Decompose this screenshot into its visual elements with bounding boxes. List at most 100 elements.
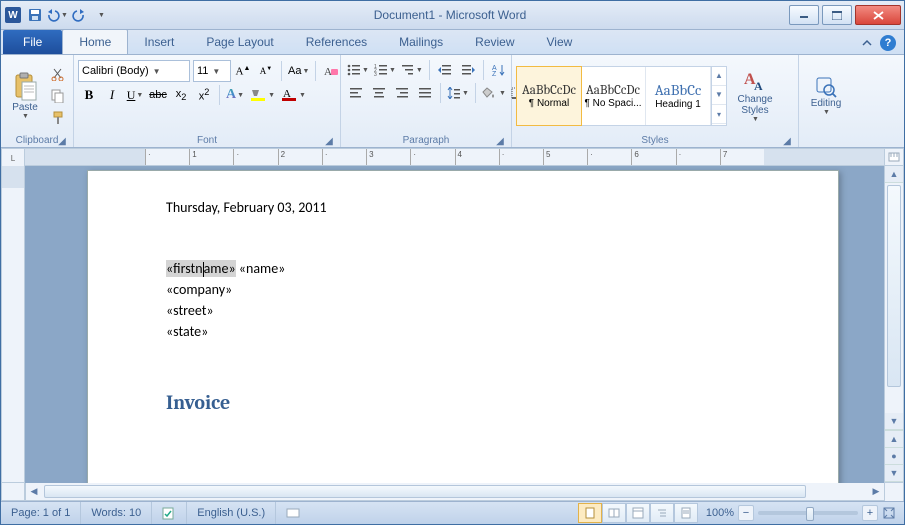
clear-formatting-button[interactable]: A <box>320 61 342 81</box>
strikethrough-button[interactable]: abc <box>147 85 169 105</box>
scroll-down-button[interactable]: ▼ <box>885 413 903 430</box>
save-button[interactable] <box>25 5 45 25</box>
cut-button[interactable] <box>47 64 69 84</box>
tab-file[interactable]: File <box>3 30 62 54</box>
view-full-screen-reading[interactable] <box>602 503 626 523</box>
merge-field-firstname[interactable]: «firstname» <box>166 260 236 277</box>
style-scroll-down[interactable]: ▼ <box>712 86 726 105</box>
zoom-fit-button[interactable] <box>882 506 896 520</box>
status-word-count[interactable]: Words: 10 <box>81 502 152 524</box>
font-color-button[interactable]: A▼ <box>278 85 308 105</box>
text-effects-button[interactable]: A▼ <box>224 85 246 105</box>
style-scroll-up[interactable]: ▲ <box>712 67 726 86</box>
line-spacing-button[interactable]: ▼ <box>445 83 471 103</box>
style-gallery-more[interactable]: ▾ <box>712 105 726 124</box>
font-name-combo[interactable]: Calibri (Body)▼ <box>78 60 190 82</box>
increase-indent-button[interactable] <box>457 60 479 80</box>
undo-button[interactable]: ▼ <box>47 5 67 25</box>
status-page[interactable]: Page: 1 of 1 <box>1 502 81 524</box>
bold-button[interactable]: B <box>78 85 100 105</box>
grow-font-button[interactable]: A▲ <box>232 61 254 81</box>
font-size-combo[interactable]: 11▼ <box>193 60 231 82</box>
view-draft[interactable] <box>674 503 698 523</box>
close-button[interactable] <box>855 5 901 25</box>
tab-references[interactable]: References <box>290 30 383 54</box>
select-browse-object-button[interactable]: ● <box>885 448 903 465</box>
subscript-button[interactable]: x2 <box>170 85 192 105</box>
zoom-out-button[interactable]: − <box>738 505 754 521</box>
multilevel-list-button[interactable]: ▼ <box>399 60 425 80</box>
italic-button[interactable]: I <box>101 85 123 105</box>
resize-grip[interactable] <box>885 483 904 501</box>
hscroll-left-button[interactable]: ◀ <box>26 483 42 500</box>
highlight-button[interactable]: ▼ <box>247 85 277 105</box>
shading-button[interactable]: ▼ <box>480 83 508 103</box>
hscroll-right-button[interactable]: ▶ <box>868 483 884 500</box>
numbering-button[interactable]: 123▼ <box>372 60 398 80</box>
align-center-button[interactable] <box>368 83 390 103</box>
status-insert-mode[interactable] <box>276 502 310 524</box>
zoom-in-button[interactable]: + <box>862 505 878 521</box>
merge-field-company[interactable]: «company» <box>166 279 760 300</box>
page-content[interactable]: Thursday, February 03, 2011 «firstname» … <box>88 171 838 444</box>
scroll-up-button[interactable]: ▲ <box>885 166 903 183</box>
view-print-layout[interactable] <box>578 503 602 523</box>
tab-insert[interactable]: Insert <box>128 30 190 54</box>
paste-button[interactable]: Paste ▼ <box>5 63 45 129</box>
vscroll-track[interactable] <box>885 183 903 413</box>
view-web-layout[interactable] <box>626 503 650 523</box>
tab-review[interactable]: Review <box>459 30 530 54</box>
tab-view[interactable]: View <box>531 30 589 54</box>
tab-selector[interactable]: L <box>1 148 25 168</box>
bullets-button[interactable]: ▼ <box>345 60 371 80</box>
zoom-thumb[interactable] <box>806 507 814 521</box>
minimize-ribbon-button[interactable] <box>860 36 874 50</box>
copy-button[interactable] <box>47 86 69 106</box>
qat-customize-button[interactable]: ▼ <box>91 5 111 25</box>
merge-field-state[interactable]: «state» <box>166 321 760 342</box>
minimize-button[interactable] <box>789 5 819 25</box>
zoom-level[interactable]: 100% <box>706 507 734 519</box>
align-right-button[interactable] <box>391 83 413 103</box>
maximize-button[interactable] <box>822 5 852 25</box>
style-no-spacing[interactable]: AaBbCcDc ¶ No Spaci... <box>581 67 646 125</box>
align-left-button[interactable] <box>345 83 367 103</box>
horizontal-ruler[interactable]: ·1·2·3·4·5·6·7 <box>25 148 885 166</box>
justify-button[interactable] <box>414 83 436 103</box>
merge-field-name[interactable]: «name» <box>239 260 286 277</box>
sort-button[interactable]: AZ <box>488 60 510 80</box>
style-normal[interactable]: AaBbCcDc ¶ Normal <box>516 66 582 126</box>
underline-button[interactable]: U▼ <box>124 85 146 105</box>
superscript-button[interactable]: x2 <box>193 85 215 105</box>
previous-page-button[interactable]: ▲ <box>885 430 903 448</box>
style-heading-1[interactable]: AaBbCc Heading 1 <box>646 67 711 125</box>
help-button[interactable]: ? <box>880 35 896 51</box>
format-painter-button[interactable] <box>47 108 69 128</box>
status-proofing[interactable] <box>152 502 187 524</box>
tab-home[interactable]: Home <box>62 29 128 54</box>
styles-dialog-launcher[interactable]: ◢ <box>782 136 792 146</box>
shrink-font-button[interactable]: A▼ <box>255 61 277 81</box>
redo-button[interactable] <box>69 5 89 25</box>
vertical-scrollbar[interactable]: ▲ ▼ ▲ ● ▼ <box>884 166 904 483</box>
paragraph-dialog-launcher[interactable]: ◢ <box>495 136 505 146</box>
vscroll-thumb[interactable] <box>887 185 901 387</box>
document-canvas[interactable]: Thursday, February 03, 2011 «firstname» … <box>25 166 884 483</box>
decrease-indent-button[interactable] <box>434 60 456 80</box>
status-language[interactable]: English (U.S.) <box>187 502 276 524</box>
editing-button[interactable]: Editing▼ <box>803 63 849 129</box>
font-dialog-launcher[interactable]: ◢ <box>324 136 334 146</box>
view-outline[interactable] <box>650 503 674 523</box>
next-page-button[interactable]: ▼ <box>885 465 903 482</box>
merge-field-street[interactable]: «street» <box>166 300 760 321</box>
change-styles-button[interactable]: AA Change Styles▼ <box>731 63 779 129</box>
clipboard-dialog-launcher[interactable]: ◢ <box>57 136 67 146</box>
horizontal-scrollbar[interactable]: ◀ ▶ <box>25 483 885 501</box>
hscroll-track[interactable] <box>42 483 868 500</box>
tab-mailings[interactable]: Mailings <box>383 30 459 54</box>
tab-page-layout[interactable]: Page Layout <box>190 30 289 54</box>
view-ruler-toggle[interactable] <box>885 148 904 166</box>
change-case-button[interactable]: Aa▼ <box>286 61 311 81</box>
vertical-ruler[interactable] <box>1 166 25 483</box>
zoom-slider[interactable] <box>758 511 858 515</box>
